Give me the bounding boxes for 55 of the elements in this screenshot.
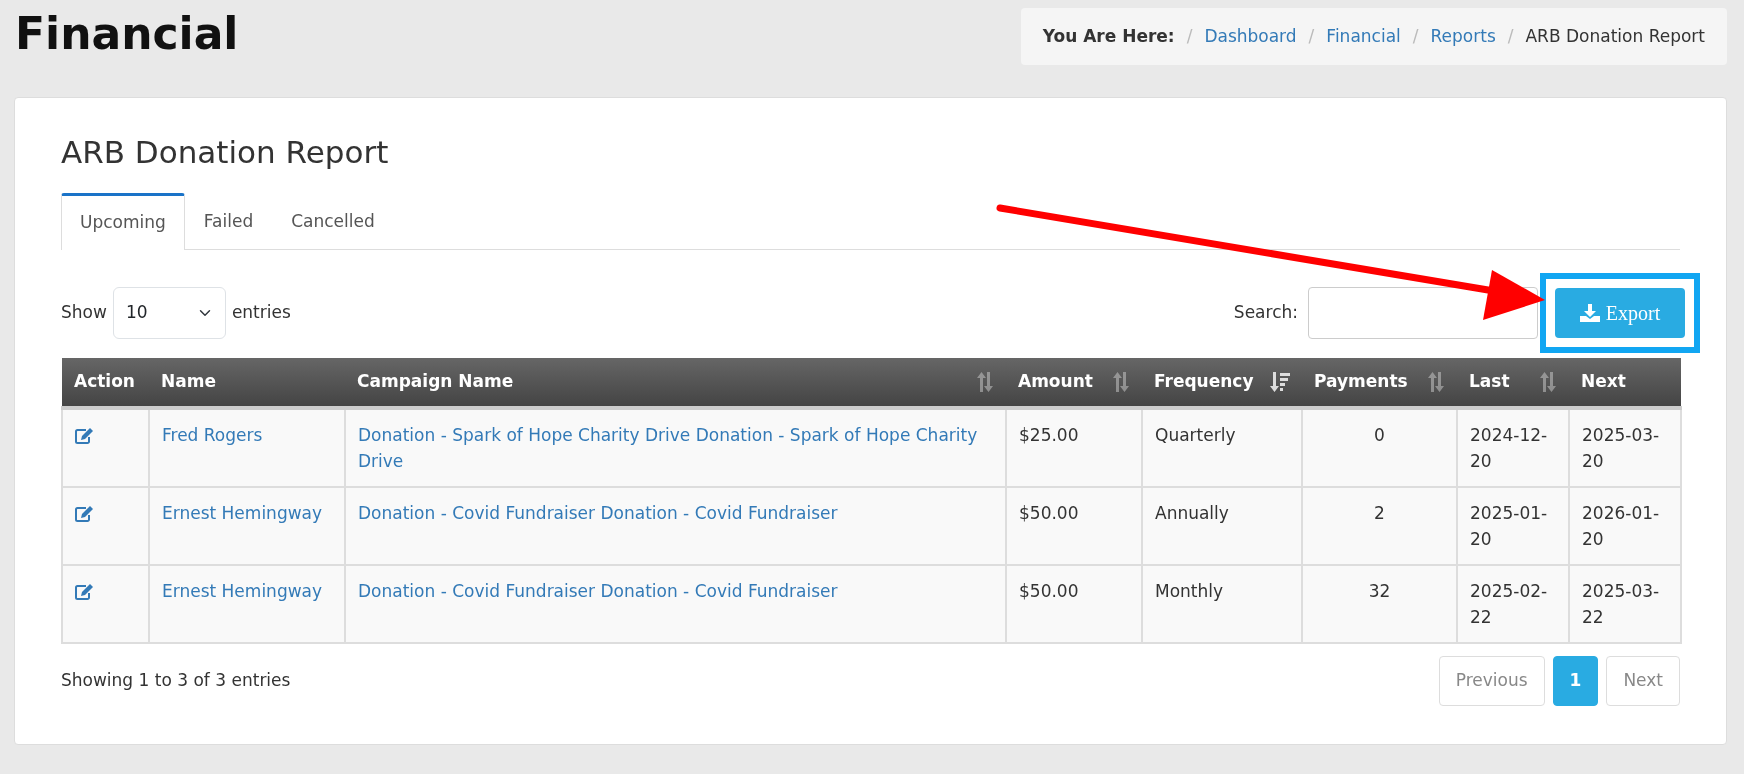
table-cell: Quarterly: [1142, 407, 1302, 487]
pagination-button[interactable]: Previous: [1438, 655, 1545, 706]
table-cell: 2025-03-20: [1569, 407, 1681, 487]
table-info: Showing 1 to 3 of 3 entries: [61, 668, 291, 692]
column-header[interactable]: Last: [1457, 357, 1569, 408]
breadcrumb-separator: /: [1186, 24, 1193, 48]
column-header[interactable]: Frequency: [1142, 357, 1302, 408]
column-header: Next: [1569, 357, 1681, 408]
column-header[interactable]: Campaign Name: [345, 357, 1006, 408]
export-button[interactable]: Export: [1555, 287, 1685, 338]
table-cell: 2: [1302, 486, 1457, 565]
report-title: ARB Donation Report: [61, 134, 390, 172]
tab[interactable]: Upcoming: [61, 193, 185, 250]
breadcrumb-separator: /: [1308, 24, 1315, 48]
sort-icon[interactable]: [1112, 371, 1130, 392]
edit-icon[interactable]: [75, 427, 93, 444]
breadcrumb-link[interactable]: Reports: [1430, 23, 1496, 50]
breadcrumb-label: You Are Here:: [1042, 24, 1175, 48]
table-cell: $50.00: [1006, 564, 1142, 643]
show-label: Show: [61, 300, 107, 324]
table-cell: $25.00: [1006, 407, 1142, 487]
sort-icon[interactable]: [1539, 371, 1557, 392]
column-header: Name: [149, 357, 345, 408]
table-cell: $50.00: [1006, 486, 1142, 565]
breadcrumb-current: ARB Donation Report: [1525, 24, 1705, 48]
sort-icon[interactable]: [976, 371, 994, 392]
table-cell: Annually: [1142, 486, 1302, 565]
table-cell: 32: [1302, 564, 1457, 643]
table-cell: 2026-01-20: [1569, 486, 1681, 565]
breadcrumb-separator: /: [1507, 24, 1514, 48]
pagination-button[interactable]: 1: [1552, 655, 1599, 706]
breadcrumb-link[interactable]: Financial: [1326, 23, 1401, 50]
breadcrumb-link[interactable]: Dashboard: [1204, 23, 1297, 50]
table-cell: Monthly: [1142, 564, 1302, 643]
column-header[interactable]: Payments: [1302, 357, 1457, 408]
sort-descending-icon[interactable]: [1270, 371, 1290, 392]
edit-icon[interactable]: [75, 583, 93, 600]
tab[interactable]: Failed: [184, 193, 273, 250]
pagination-button[interactable]: Next: [1606, 655, 1680, 706]
tab[interactable]: Cancelled: [272, 193, 394, 250]
sort-icon[interactable]: [1427, 371, 1445, 392]
page-title: Financial: [15, 7, 239, 61]
search-label: Search:: [1233, 300, 1298, 324]
table-cell: 2024-12-20: [1457, 407, 1569, 487]
table-cell: 2025-03-22: [1569, 564, 1681, 643]
table-cell: 2025-02-22: [1457, 564, 1569, 643]
column-header: Action: [62, 357, 149, 408]
table-cell: 0: [1302, 407, 1457, 487]
column-header[interactable]: Amount: [1006, 357, 1142, 408]
entries-label: entries: [231, 300, 291, 324]
entries-select[interactable]: 10: [112, 286, 226, 339]
download-icon: [1579, 303, 1600, 322]
breadcrumb-separator: /: [1412, 24, 1419, 48]
edit-icon[interactable]: [75, 505, 93, 522]
table-cell: 2025-01-20: [1457, 486, 1569, 565]
